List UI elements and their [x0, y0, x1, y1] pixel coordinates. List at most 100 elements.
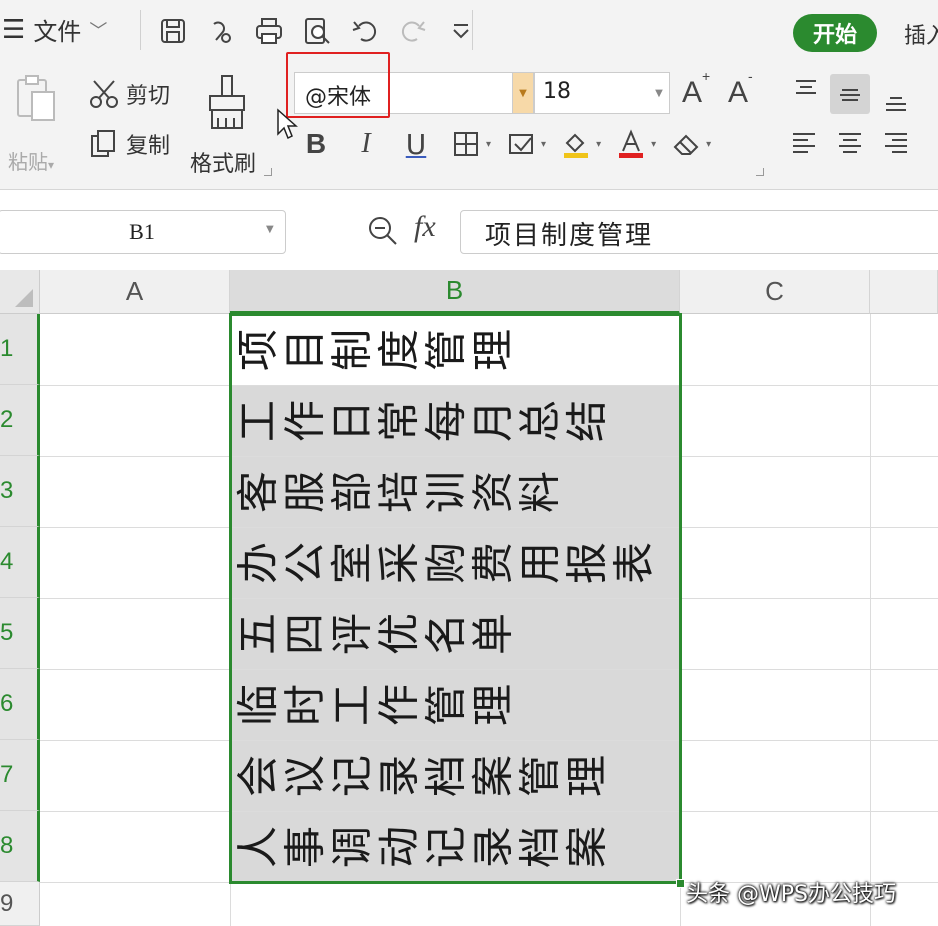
fill-handle[interactable] — [676, 879, 685, 888]
cell-b3[interactable]: 客服部培训资料 — [231, 457, 680, 527]
eraser-icon[interactable] — [666, 124, 706, 164]
file-menu-label: 文件 — [33, 18, 82, 46]
fill-color-dropdown-icon[interactable]: ▾ — [596, 139, 601, 150]
export-icon[interactable] — [204, 14, 238, 48]
align-right-icon[interactable] — [876, 122, 916, 162]
print-icon[interactable] — [252, 14, 286, 48]
align-top-icon[interactable] — [786, 70, 826, 110]
tab-start[interactable]: 开始 — [793, 14, 877, 52]
divider — [140, 10, 141, 50]
cut-label: 剪切 — [126, 84, 171, 109]
cell-text: 会议记录档案管理 — [233, 755, 612, 798]
font-name-highlight — [286, 52, 390, 118]
cell-text: 人事调动记录档案 — [233, 826, 612, 869]
row-header-3[interactable]: 3 — [0, 456, 40, 527]
borders-icon[interactable] — [446, 124, 486, 164]
gridline — [870, 314, 871, 926]
paste-icon — [17, 75, 55, 121]
font-format-row: B I U ▾ ▾ ▾ ▾ ▾ — [296, 124, 711, 164]
paintbrush-icon — [209, 75, 245, 129]
name-box-dropdown-icon[interactable]: ▼ — [266, 224, 274, 235]
ribbon: ☰ 文件 ﹀ 开始 插入 粘贴▾ 剪切 复制 格式刷 @宋体 ▼ 18 ▼ A+… — [0, 0, 938, 190]
divider — [472, 10, 473, 50]
column-header-next[interactable] — [870, 270, 938, 314]
select-all-icon — [15, 289, 33, 307]
name-box[interactable]: B1 — [0, 210, 286, 254]
column-header-a[interactable]: A — [40, 270, 230, 314]
row-header-5[interactable]: 5 — [0, 598, 40, 669]
decrease-font-size-button[interactable]: A- — [728, 68, 753, 110]
scissors-icon — [90, 80, 118, 108]
watermark: 头条 @WPS办公技巧 — [686, 882, 896, 907]
font-color-dropdown-icon[interactable]: ▾ — [651, 139, 656, 150]
fill-pattern-dropdown-icon[interactable]: ▾ — [541, 139, 546, 150]
cell-text: 客服部培训资料 — [233, 471, 565, 514]
quick-access-bar: ☰ 文件 ﹀ 开始 插入 — [0, 0, 938, 62]
cell-b2[interactable]: 工作日常每月总结 — [231, 386, 680, 456]
mouse-cursor-icon — [277, 108, 298, 140]
row-header-7[interactable]: 7 — [0, 740, 40, 811]
italic-button[interactable]: I — [346, 124, 386, 164]
column-header-c[interactable]: C — [680, 270, 870, 314]
clipboard-group: 粘贴▾ 剪切 复制 格式刷 — [0, 62, 280, 180]
cut-button[interactable]: 剪切 — [88, 78, 170, 110]
cell-text: 临时工作管理 — [233, 684, 518, 727]
cell-b7[interactable]: 会议记录档案管理 — [231, 741, 680, 811]
align-middle-icon[interactable] — [830, 74, 870, 114]
font-dialog-launcher[interactable] — [756, 168, 764, 176]
cell-text: 项目制度管理 — [233, 329, 518, 372]
cell-text: 五四评优名单 — [233, 613, 518, 656]
gridline — [680, 314, 681, 926]
zoom-icon[interactable] — [366, 214, 400, 248]
increase-font-size-button[interactable]: A+ — [682, 68, 710, 110]
tab-insert[interactable]: 插入 — [904, 18, 938, 50]
underline-button[interactable]: U — [396, 124, 436, 164]
borders-dropdown-icon[interactable]: ▾ — [486, 139, 491, 150]
chevron-down-icon: ﹀ — [89, 20, 108, 42]
file-menu[interactable]: ☰ 文件 ﹀ — [2, 12, 107, 47]
formula-input[interactable]: 项目制度管理 — [460, 210, 938, 254]
row-header-4[interactable]: 4 — [0, 527, 40, 598]
cell-b6[interactable]: 临时工作管理 — [231, 670, 680, 740]
save-icon[interactable] — [156, 14, 190, 48]
cell-b5[interactable]: 五四评优名单 — [231, 599, 680, 669]
font-color-icon[interactable] — [611, 124, 651, 164]
quick-access-icons — [156, 14, 478, 48]
paste-label: 粘贴▾ — [8, 150, 55, 174]
select-all-corner[interactable] — [0, 270, 40, 314]
print-preview-icon[interactable] — [300, 14, 334, 48]
cell-b4[interactable]: 办公室采购费用报表 — [231, 528, 680, 598]
align-left-icon[interactable] — [784, 122, 824, 162]
cell-text: 工作日常每月总结 — [233, 400, 612, 443]
align-bottom-icon[interactable] — [876, 80, 916, 120]
copy-button[interactable]: 复制 — [88, 128, 170, 160]
copy-icon — [91, 130, 115, 157]
row-header-1[interactable]: 1 — [0, 314, 40, 385]
column-header-b[interactable]: B — [230, 270, 680, 314]
alignment-group — [776, 62, 938, 180]
format-painter-button[interactable]: 格式刷 — [190, 74, 270, 177]
fill-pattern-icon[interactable] — [501, 124, 541, 164]
paste-button[interactable]: 粘贴▾ — [8, 74, 70, 174]
redo-icon[interactable] — [396, 14, 430, 48]
hamburger-icon[interactable]: ☰ — [2, 15, 25, 45]
cell-b8[interactable]: 人事调动记录档案 — [231, 812, 680, 882]
copy-label: 复制 — [126, 134, 171, 159]
eraser-dropdown-icon[interactable]: ▾ — [706, 139, 711, 150]
undo-icon[interactable] — [348, 14, 382, 48]
row-header-2[interactable]: 2 — [0, 385, 40, 456]
spreadsheet-grid: A B C 1 2 3 4 5 6 7 8 9 项目制度管理 工作日常每月总结 … — [0, 270, 938, 926]
row-header-8[interactable]: 8 — [0, 811, 40, 882]
fill-color-icon[interactable] — [556, 124, 596, 164]
row-header-9[interactable]: 9 — [0, 882, 40, 926]
cell-text: 办公室采购费用报表 — [233, 542, 659, 585]
font-name-dropdown-icon[interactable]: ▼ — [512, 72, 534, 114]
fx-icon[interactable]: fx — [414, 210, 436, 244]
bold-button[interactable]: B — [296, 124, 336, 164]
formula-bar: B1 ▼ fx 项目制度管理 — [0, 200, 938, 262]
font-size-dropdown-icon[interactable]: ▼ — [648, 72, 670, 114]
cell-b1[interactable]: 项目制度管理 — [231, 315, 680, 385]
row-header-6[interactable]: 6 — [0, 669, 40, 740]
clipboard-dialog-launcher[interactable] — [264, 168, 272, 176]
align-center-icon[interactable] — [830, 122, 870, 162]
